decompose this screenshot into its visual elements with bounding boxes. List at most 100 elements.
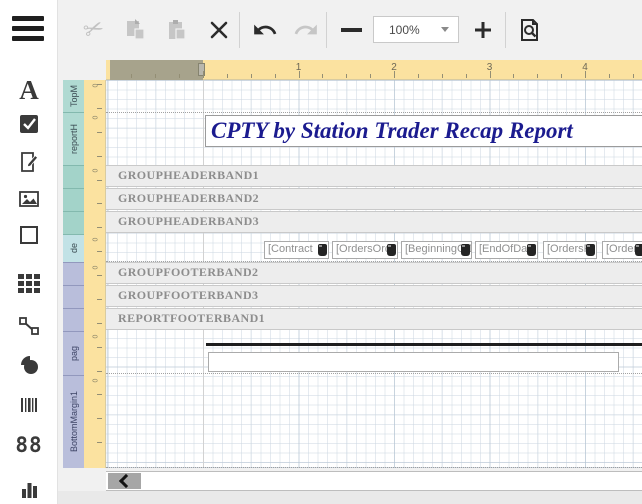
zoom-out-button[interactable] [336, 15, 366, 45]
hamburger-menu-icon[interactable] [12, 16, 44, 42]
document-magnifier-icon [517, 17, 543, 43]
band-strip-section[interactable]: TopM [63, 80, 84, 112]
horizontal-scrollbar[interactable] [106, 471, 642, 491]
undo-icon [252, 17, 278, 43]
ruler-tick [97, 275, 102, 276]
band-strip-section[interactable] [63, 285, 84, 308]
band-strip-section[interactable]: BottomMargin1 [63, 375, 84, 468]
ruler-number: 2 [391, 62, 397, 73]
band-strip-section[interactable] [63, 262, 84, 285]
band-strip-section[interactable] [63, 165, 84, 188]
toolbox-chart-tool[interactable] [14, 474, 44, 504]
ruler-tick [97, 418, 102, 419]
band-strip-section[interactable] [63, 188, 84, 211]
ruler-tick [251, 74, 252, 78]
minus-icon [341, 28, 362, 32]
band-strip-label: de [69, 243, 79, 253]
ruler-tick [370, 74, 371, 78]
detail-field-textbox[interactable]: [OrdersOrd [332, 241, 398, 259]
redo-icon [293, 17, 319, 43]
report-title-label[interactable]: CPTY by Station Trader Recap Report [205, 115, 642, 147]
panel-icon [17, 223, 41, 247]
ruler-tick [97, 108, 102, 109]
ruler-tick [418, 74, 419, 78]
report-page: CPTY by Station Trader Recap Report GROU… [106, 80, 642, 468]
status-strip [57, 491, 642, 504]
ruler-tick [442, 74, 443, 78]
ruler-tick [97, 227, 102, 228]
ruler-tick [227, 74, 228, 78]
ruler-number: 0 [93, 379, 100, 383]
ruler-tick [322, 74, 323, 78]
detail-field-textbox[interactable]: [EndOfDat [475, 241, 538, 259]
band-strip-section[interactable] [63, 308, 84, 331]
band-caption[interactable]: GROUPHEADERBAND1 [106, 165, 642, 187]
copy-icon [122, 17, 148, 43]
delete-x-icon [207, 18, 231, 42]
ruler-tick [275, 74, 276, 78]
undo-button[interactable] [250, 15, 280, 45]
ruler-tick [466, 74, 467, 78]
ruler-tick [97, 442, 102, 443]
band-strip-section[interactable]: pag [63, 331, 84, 375]
scroll-left-button[interactable] [108, 473, 141, 489]
detail-field-textbox[interactable]: [BeginningOfDa [401, 241, 472, 259]
line-icon [17, 314, 41, 338]
band-caption[interactable]: GROUPHEADERBAND3 [106, 211, 642, 233]
table-icon [16, 271, 42, 297]
plus-icon [471, 18, 495, 42]
page-footer-empty-textbox[interactable] [208, 352, 619, 372]
toolbar-separator [326, 12, 327, 48]
detail-field-textbox[interactable]: [Order [602, 241, 642, 259]
toolbox-checkbox-tool[interactable] [14, 109, 44, 139]
ruler-tick [97, 323, 102, 324]
scissors-icon: ✂ [80, 15, 107, 44]
toolbox-table-tool[interactable] [14, 269, 44, 299]
copy-button[interactable] [120, 15, 150, 45]
ruler-tick [203, 71, 204, 78]
ruler-tick [179, 74, 180, 78]
shape-icon [17, 353, 41, 377]
zoom-in-button[interactable] [468, 15, 498, 45]
checkbox-icon [17, 112, 41, 136]
ruler-number: 0 [93, 266, 100, 270]
page-footer-line-control[interactable] [206, 343, 642, 346]
barcode-icon [17, 393, 41, 417]
toolbox-panel-tool[interactable] [14, 220, 44, 250]
main-toolbar: ✂ 100% [57, 0, 642, 60]
band-caption[interactable]: GROUPFOOTERBAND2 [106, 262, 642, 284]
paste-button[interactable] [162, 15, 192, 45]
zoom-level-value: 100% [374, 23, 441, 37]
band-strip-section[interactable] [63, 211, 84, 234]
band-strip-section[interactable]: de [63, 234, 84, 262]
toolbox-digits-tool[interactable]: 88 [14, 430, 44, 460]
toolbox-sidebar: A 88 [0, 0, 58, 504]
toolbox-label-tool[interactable]: A [14, 75, 44, 105]
ruler-number: 0 [93, 84, 100, 88]
toolbox-line-tool[interactable] [14, 311, 44, 341]
picture-icon [17, 187, 41, 211]
toolbox-shape-tool[interactable] [14, 350, 44, 380]
ruler-tick [97, 132, 102, 133]
detail-field-textbox[interactable]: [Contract [264, 241, 329, 259]
ruler-tick [97, 251, 102, 252]
band-caption[interactable]: REPORTFOOTERBAND1 [106, 308, 642, 330]
redo-button[interactable] [291, 15, 321, 45]
delete-button[interactable] [204, 15, 234, 45]
toolbox-richtext-tool[interactable] [14, 147, 44, 177]
zoom-level-select[interactable]: 100% [373, 16, 459, 43]
ruler-tick [97, 347, 102, 348]
band-caption[interactable]: GROUPFOOTERBAND3 [106, 285, 642, 307]
toolbox-picture-tool[interactable] [14, 184, 44, 214]
preview-button[interactable] [515, 15, 545, 45]
band-caption[interactable]: GROUPHEADERBAND2 [106, 188, 642, 210]
data-binding-icon [635, 244, 642, 256]
toolbox-barcode-tool[interactable] [14, 390, 44, 420]
band-separator [106, 112, 642, 113]
band-strip-section[interactable]: reportH [63, 112, 84, 165]
ruler-tick [561, 74, 562, 78]
cut-button[interactable]: ✂ [79, 15, 109, 45]
toolbar-separator [239, 12, 240, 48]
ruler-tick [97, 203, 102, 204]
detail-field-textbox[interactable]: [OrdersP [543, 241, 597, 259]
